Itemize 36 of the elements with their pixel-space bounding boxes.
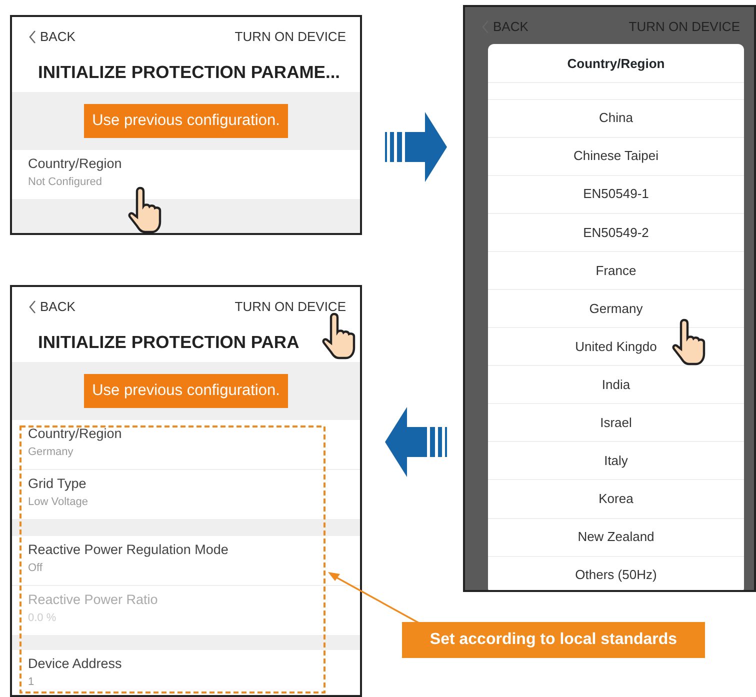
turn-on-device-link[interactable]: TURN ON DEVICE	[234, 297, 346, 317]
dialog-title: Country/Region	[488, 44, 744, 82]
turn-on-device-link[interactable]: TURN ON DEVICE	[234, 27, 346, 47]
left-arrow-icon	[383, 405, 449, 479]
setting-label: Device Address	[28, 656, 122, 672]
country-option[interactable]: Chinese Taipei	[488, 138, 744, 176]
country-option[interactable]: Korea	[488, 480, 744, 519]
country-option[interactable]: Others (50Hz)	[488, 556, 744, 590]
right-arrow-icon	[383, 110, 449, 184]
country-option[interactable]: New Zealand	[488, 518, 744, 557]
back-link[interactable]: BACK	[28, 27, 76, 47]
chevron-left-icon	[28, 300, 36, 314]
pointing-hand-icon	[322, 312, 358, 360]
country-option[interactable]: China	[488, 100, 744, 138]
callout-label: Set according to local standards	[402, 622, 705, 658]
country-option[interactable]: Italy	[488, 442, 744, 480]
country-option[interactable]: EN50549-1	[488, 176, 744, 214]
setting-label: Reactive Power Ratio	[28, 592, 158, 608]
pointing-hand-icon	[672, 318, 708, 366]
back-link[interactable]: BACK	[28, 297, 76, 317]
setting-value: Germany	[28, 446, 74, 459]
setting-value: Low Voltage	[28, 496, 88, 509]
page-title: INITIALIZE PROTECTION PARAME...	[38, 61, 340, 84]
country-option[interactable]: EN50549-2	[488, 214, 744, 252]
page-title: INITIALIZE PROTECTION PARA	[38, 331, 300, 354]
setting-label: Grid Type	[28, 476, 86, 492]
setting-value: Off	[28, 562, 42, 575]
country-option[interactable]: India	[488, 366, 744, 404]
setting-value: 1	[28, 676, 34, 689]
country-option[interactable]: France	[488, 252, 744, 290]
setting-label: Country/Region	[28, 156, 122, 172]
setting-value: Not Configured	[28, 176, 102, 189]
setting-label: Reactive Power Regulation Mode	[28, 542, 228, 558]
country-option[interactable]: Israel	[488, 404, 744, 442]
chevron-left-icon	[28, 30, 36, 44]
setting-label: Country/Region	[28, 426, 122, 442]
